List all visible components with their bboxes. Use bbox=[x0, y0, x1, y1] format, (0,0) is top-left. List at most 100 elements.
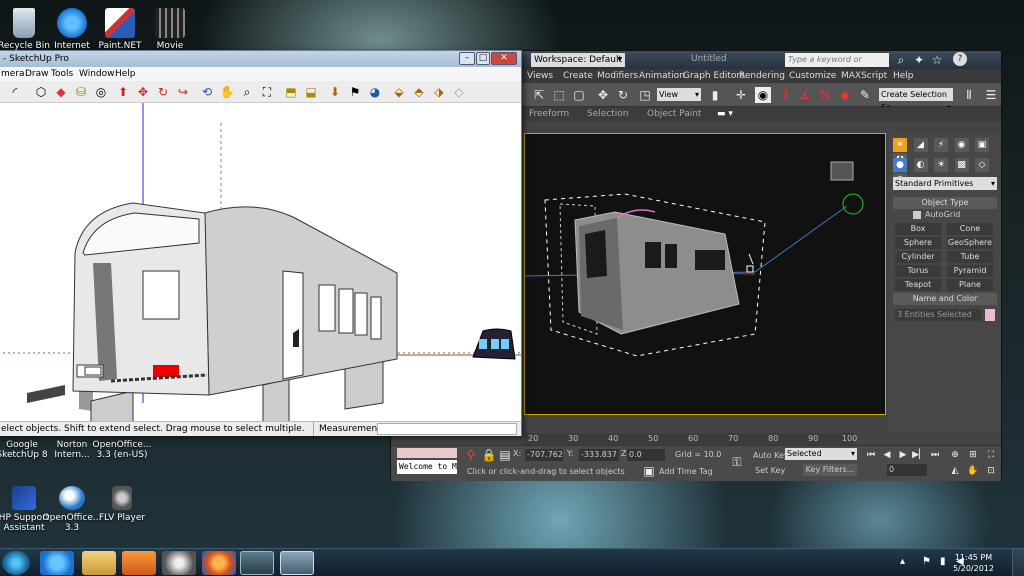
set-key-mode-icon[interactable]: ⚿ bbox=[729, 454, 745, 470]
action-center-flag-icon[interactable]: ⚑ bbox=[922, 556, 931, 567]
menu-window[interactable]: Window bbox=[79, 69, 115, 79]
scale-icon[interactable]: ◳ bbox=[637, 87, 653, 103]
zoom-all-icon[interactable]: ⊞ bbox=[965, 447, 981, 463]
snaps-toggle-icon[interactable]: 3 bbox=[777, 87, 793, 103]
make-component-icon[interactable]: ⬡ bbox=[33, 84, 49, 100]
mirror-icon[interactable]: ⫴ bbox=[961, 87, 977, 103]
menu-camera[interactable]: mera bbox=[1, 69, 25, 79]
maximize-viewport-icon[interactable]: ⊡ bbox=[983, 463, 999, 479]
spinner-snap-icon[interactable]: ◆ bbox=[837, 87, 853, 103]
menu-rendering[interactable]: Rendering bbox=[739, 71, 785, 81]
go-to-start-icon[interactable]: ⏮ bbox=[863, 447, 879, 463]
sphere-button[interactable]: Sphere bbox=[895, 237, 941, 249]
menu-maxscript[interactable]: MAXScript bbox=[841, 71, 887, 81]
menu-help[interactable]: Help bbox=[115, 69, 136, 79]
push-pull-icon[interactable]: ⬆ bbox=[115, 84, 131, 100]
x-coordinate-field[interactable]: -707.762 bbox=[525, 449, 563, 461]
object-category-dropdown[interactable]: Standard Primitives ▾ bbox=[893, 177, 997, 190]
hierarchy-tab-icon[interactable]: ⚡ bbox=[934, 138, 948, 152]
reference-coord-dropdown[interactable]: View ▾ bbox=[657, 88, 701, 101]
rotate-icon[interactable]: ↻ bbox=[155, 84, 171, 100]
show-desktop-button[interactable] bbox=[1012, 549, 1024, 576]
previous-view-icon[interactable]: ⬒ bbox=[283, 84, 299, 100]
move-icon[interactable]: ✥ bbox=[135, 84, 151, 100]
next-frame-icon[interactable]: ▶▏ bbox=[911, 447, 927, 463]
next-view-icon[interactable]: ⬓ bbox=[303, 84, 319, 100]
workspace-dropdown[interactable]: Workspace: Default ▾ bbox=[531, 53, 625, 67]
pyramid-button[interactable]: Pyramid bbox=[947, 265, 993, 277]
box-button[interactable]: Box bbox=[895, 223, 941, 235]
geometry-icon[interactable]: ● bbox=[893, 158, 907, 172]
menu-help[interactable]: Help bbox=[893, 71, 914, 81]
desktop-icon-movie[interactable]: Movie bbox=[138, 8, 202, 51]
sketchup-title-bar[interactable]: - SketchUp Pro – □ ✕ bbox=[0, 51, 521, 67]
share-component-icon[interactable]: ⬗ bbox=[431, 84, 447, 100]
object-color-swatch[interactable] bbox=[985, 309, 995, 321]
lights-icon[interactable]: ☀ bbox=[934, 158, 948, 172]
menu-modifiers[interactable]: Modifiers bbox=[597, 71, 638, 81]
window-crossing-icon[interactable]: ▢ bbox=[571, 87, 587, 103]
firefox-icon[interactable] bbox=[202, 551, 236, 575]
extension-icon[interactable]: ◇ bbox=[451, 84, 467, 100]
close-button[interactable]: ✕ bbox=[491, 52, 517, 65]
pin-icon[interactable]: ⚲ bbox=[463, 447, 479, 463]
menu-draw[interactable]: Draw bbox=[25, 69, 49, 79]
menu-create[interactable]: Create bbox=[563, 71, 593, 81]
get-models-icon[interactable]: ⬙ bbox=[391, 84, 407, 100]
help-icon[interactable]: ? bbox=[953, 52, 967, 66]
binoculars-icon[interactable]: ⌕ bbox=[893, 52, 909, 68]
percent-snap-icon[interactable]: % bbox=[817, 87, 833, 103]
maxscript-listener[interactable]: Welcome to M bbox=[397, 460, 457, 474]
teapot-button[interactable]: Teapot bbox=[895, 279, 941, 291]
current-frame-field[interactable]: 0 bbox=[887, 464, 927, 476]
pivot-icon[interactable]: ▮ bbox=[707, 87, 723, 103]
sketchup-drawing-area[interactable] bbox=[0, 103, 521, 421]
lock-icon[interactable]: 🔒 bbox=[481, 447, 497, 463]
orbit-icon[interactable]: ⟲ bbox=[199, 84, 215, 100]
absolute-mode-icon[interactable]: ▤ bbox=[497, 447, 513, 463]
create-tab-icon[interactable]: ✶ bbox=[893, 138, 907, 152]
system-clock[interactable]: 11:45 PM 5/20/2012 bbox=[953, 552, 994, 574]
tape-measure-icon[interactable]: ◎ bbox=[93, 84, 109, 100]
go-to-end-icon[interactable]: ⏭ bbox=[927, 447, 943, 463]
keyboard-shortcut-icon[interactable]: ◉ bbox=[755, 87, 771, 103]
ribbon-tab-object-paint[interactable]: Object Paint bbox=[647, 109, 701, 119]
helpers-icon[interactable]: ◇ bbox=[975, 158, 989, 172]
sketchup-window[interactable]: - SketchUp Pro – □ ✕ mera Draw Tools Win… bbox=[0, 50, 522, 436]
key-filters-button[interactable]: Key Filters... bbox=[803, 464, 857, 476]
time-tag-icon[interactable]: ▣ bbox=[641, 463, 657, 479]
cone-button[interactable]: Cone bbox=[947, 223, 993, 235]
previous-frame-icon[interactable]: ◀ bbox=[879, 447, 895, 463]
autogrid-checkbox[interactable] bbox=[913, 211, 921, 219]
explorer-icon[interactable] bbox=[82, 551, 116, 575]
angle-snap-icon[interactable]: ∡ bbox=[797, 87, 813, 103]
ie-icon[interactable] bbox=[40, 551, 74, 575]
cylinder-button[interactable]: Cylinder bbox=[895, 251, 941, 263]
ribbon-options-icon[interactable]: ▬ ▾ bbox=[717, 109, 733, 119]
menu-tools[interactable]: Tools bbox=[51, 69, 73, 79]
named-selection-icon[interactable]: ✎ bbox=[857, 87, 873, 103]
cameras-icon[interactable]: ▩ bbox=[954, 158, 969, 172]
menu-animation[interactable]: Animation bbox=[639, 71, 685, 81]
zoom-extents-icon[interactable]: ⛶ bbox=[983, 447, 999, 463]
share-model-icon[interactable]: ⬘ bbox=[411, 84, 427, 100]
paint-bucket-icon[interactable]: ⛁ bbox=[73, 84, 89, 100]
rotate-icon[interactable]: ↻ bbox=[615, 87, 631, 103]
minimize-button[interactable]: – bbox=[459, 52, 475, 65]
maximize-button[interactable]: □ bbox=[476, 52, 490, 65]
torus-button[interactable]: Torus bbox=[895, 265, 941, 277]
tube-button[interactable]: Tube bbox=[947, 251, 993, 263]
walk-icon[interactable]: ⚑ bbox=[347, 84, 363, 100]
star-icon[interactable]: ☆ bbox=[929, 52, 945, 68]
y-coordinate-field[interactable]: -333.837 bbox=[579, 449, 619, 461]
select-object-icon[interactable]: ⇱ bbox=[531, 87, 547, 103]
menu-views[interactable]: Views bbox=[527, 71, 553, 81]
follow-me-icon[interactable]: ↪ bbox=[175, 84, 191, 100]
zoom-icon[interactable]: ⌕ bbox=[239, 84, 255, 100]
desktop-icon-openoffice-en[interactable]: OpenOffice... 3.3 (en-US) bbox=[90, 440, 154, 460]
time-ruler[interactable]: 20 30 40 50 60 70 80 90 100 bbox=[524, 433, 857, 445]
motion-tab-icon[interactable]: ◉ bbox=[954, 138, 969, 152]
tray-chevron-icon[interactable]: ▴ bbox=[900, 556, 905, 567]
object-name-field[interactable]: 3 Entities Selected bbox=[895, 309, 981, 321]
name-color-rollout[interactable]: Name and Color bbox=[893, 293, 997, 305]
